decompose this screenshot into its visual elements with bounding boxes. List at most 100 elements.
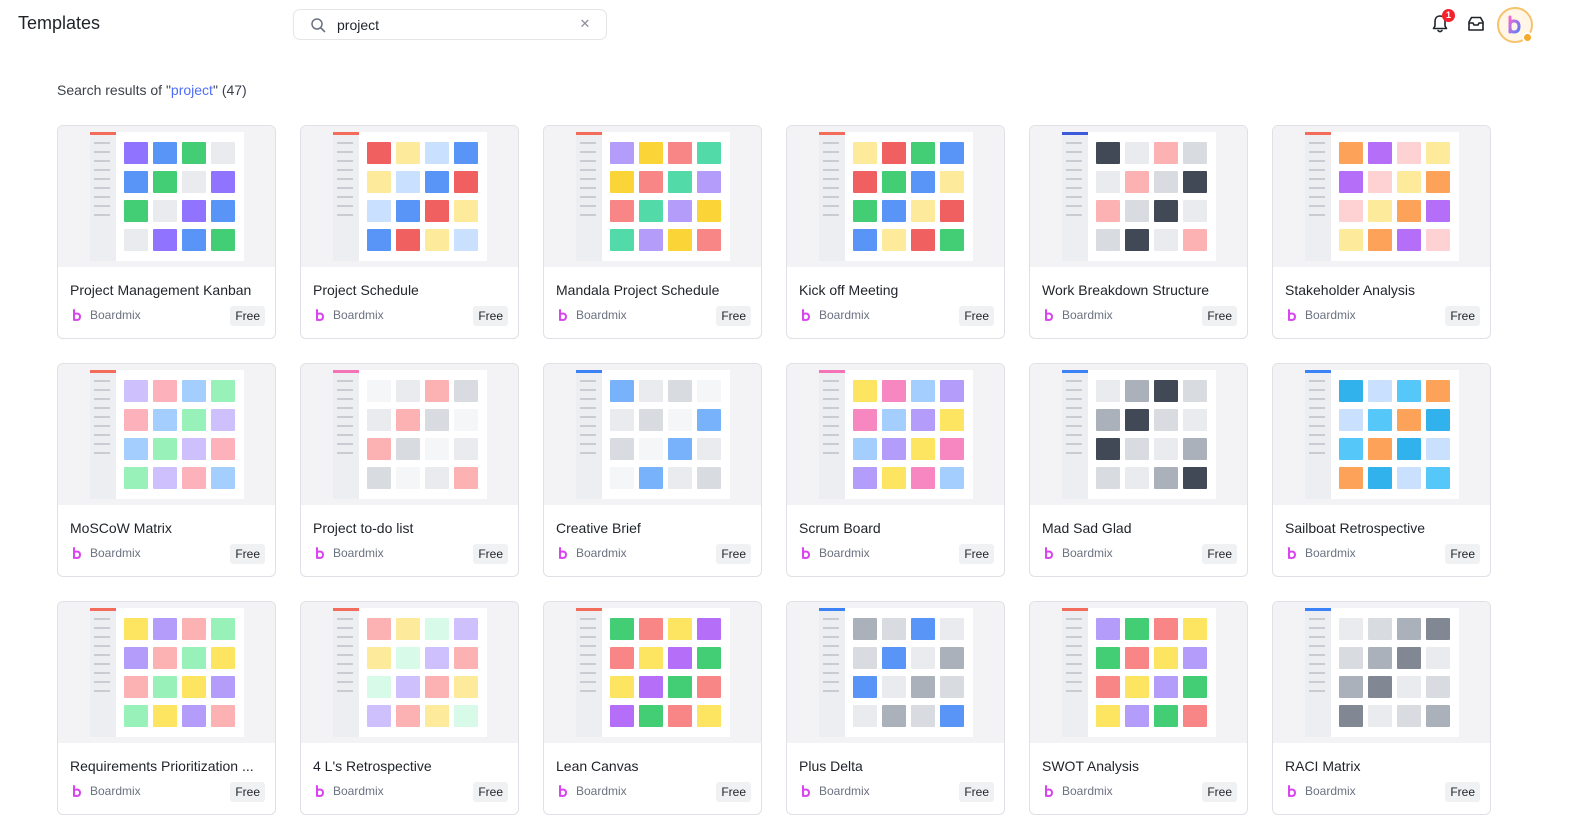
thumbnail-text-line (337, 380, 353, 382)
inbox-button[interactable] (1465, 13, 1487, 35)
thumbnail-block (367, 229, 391, 251)
template-card[interactable]: RACI Matrix Boardmix Free (1272, 601, 1491, 815)
template-thumbnail (787, 126, 1004, 267)
thumbnail-text-line (337, 196, 353, 198)
thumbnail-text-line (1066, 452, 1082, 454)
thumbnail-block (853, 200, 877, 222)
inbox-icon (1468, 16, 1484, 31)
thumbnail-block (211, 229, 235, 251)
thumbnail-block (367, 171, 391, 193)
thumbnail-block (697, 647, 721, 669)
thumbnail-text-line (1066, 654, 1082, 656)
thumbnail-text-line (337, 690, 353, 692)
author-name: Boardmix (1062, 308, 1113, 322)
thumbnail-text-line (337, 434, 353, 436)
thumbnail-text-line (94, 205, 110, 207)
template-card[interactable]: Mandala Project Schedule Boardmix Free (543, 125, 762, 339)
thumbnail-text-line (94, 690, 110, 692)
thumbnail-text-line (337, 416, 353, 418)
boardmix-logo-icon (1288, 785, 1297, 797)
thumbnail-text-line (1309, 205, 1325, 207)
template-card[interactable]: Mad Sad Glad Boardmix Free (1029, 363, 1248, 577)
thumbnail-block (182, 229, 206, 251)
thumbnail-text-line (580, 389, 596, 391)
thumbnail-block (454, 438, 478, 460)
template-card[interactable]: Creative Brief Boardmix Free (543, 363, 762, 577)
template-card[interactable]: Project Schedule Boardmix Free (300, 125, 519, 339)
template-card[interactable]: 4 L's Retrospective Boardmix Free (300, 601, 519, 815)
close-icon[interactable]: ✕ (578, 17, 592, 31)
thumbnail-text-line (337, 681, 353, 683)
thumbnail-block (182, 467, 206, 489)
avatar[interactable] (1497, 7, 1533, 43)
thumbnail-text-line (337, 389, 353, 391)
thumbnail-text-line (580, 142, 596, 144)
search-box[interactable]: ✕ (293, 9, 607, 40)
thumbnail-block (1183, 171, 1207, 193)
template-card[interactable]: Work Breakdown Structure Boardmix Free (1029, 125, 1248, 339)
template-card[interactable]: Lean Canvas Boardmix Free (543, 601, 762, 815)
author-name: Boardmix (1062, 784, 1113, 798)
thumbnail-text-line (94, 196, 110, 198)
thumbnail-block (610, 380, 634, 402)
thumbnail-block (1339, 705, 1363, 727)
template-card[interactable]: Stakeholder Analysis Boardmix Free (1272, 125, 1491, 339)
thumbnail-block (1125, 380, 1149, 402)
thumbnail-block (1154, 438, 1178, 460)
thumbnail-block (124, 705, 148, 727)
template-thumbnail (544, 364, 761, 505)
template-card[interactable]: MoSCoW Matrix Boardmix Free (57, 363, 276, 577)
thumbnail-block (639, 229, 663, 251)
boardmix-logo-icon (802, 309, 811, 321)
thumbnail-block (1183, 200, 1207, 222)
thumbnail-block (1096, 380, 1120, 402)
thumbnail-text-line (1066, 196, 1082, 198)
thumbnail-block (153, 171, 177, 193)
thumbnail-block (697, 200, 721, 222)
thumbnail-block (211, 200, 235, 222)
template-thumbnail (1030, 602, 1247, 743)
template-card[interactable]: Plus Delta Boardmix Free (786, 601, 1005, 815)
thumbnail-block (124, 438, 148, 460)
thumbnail-block (1183, 705, 1207, 727)
template-card[interactable]: Scrum Board Boardmix Free (786, 363, 1005, 577)
boardmix-logo-icon (1045, 547, 1054, 559)
thumbnail-block (1368, 200, 1392, 222)
thumbnail-text-line (1066, 187, 1082, 189)
thumbnail-text-line (1066, 443, 1082, 445)
author-name: Boardmix (1305, 784, 1356, 798)
thumbnail-block (396, 438, 420, 460)
thumbnail-text-line (94, 214, 110, 216)
price-badge: Free (473, 306, 508, 326)
thumbnail-block (1339, 409, 1363, 431)
template-card[interactable]: Requirements Prioritization ... Boardmix F… (57, 601, 276, 815)
template-card[interactable]: Sailboat Retrospective Boardmix Free (1272, 363, 1491, 577)
template-card[interactable]: Kick off Meeting Boardmix Free (786, 125, 1005, 339)
thumbnail-text-line (94, 151, 110, 153)
thumbnail-block (1183, 142, 1207, 164)
thumbnail-text-line (1309, 389, 1325, 391)
results-suffix: " (47) (212, 82, 247, 98)
thumbnail-block (182, 200, 206, 222)
thumbnail-block (1426, 409, 1450, 431)
thumbnail-block (697, 438, 721, 460)
thumbnail-block (211, 467, 235, 489)
template-card[interactable]: Project to-do list Boardmix Free (300, 363, 519, 577)
thumbnail-text-line (580, 187, 596, 189)
notifications-button[interactable]: 1 (1429, 9, 1455, 35)
thumbnail-block (182, 647, 206, 669)
search-input[interactable] (337, 16, 567, 34)
thumbnail-block (853, 229, 877, 251)
thumbnail-text-line (337, 645, 353, 647)
author-name: Boardmix (333, 546, 384, 560)
thumbnail-block (668, 647, 692, 669)
thumbnail-text-line (1066, 160, 1082, 162)
thumbnail-text-line (580, 160, 596, 162)
template-card[interactable]: SWOT Analysis Boardmix Free (1029, 601, 1248, 815)
thumbnail-block (697, 705, 721, 727)
template-card[interactable]: Project Management Kanban Boardmix Free (57, 125, 276, 339)
boardmix-logo-icon (1045, 309, 1054, 321)
thumbnail-text-line (823, 398, 839, 400)
thumbnail-text-line (1066, 389, 1082, 391)
author-name: Boardmix (90, 308, 141, 322)
